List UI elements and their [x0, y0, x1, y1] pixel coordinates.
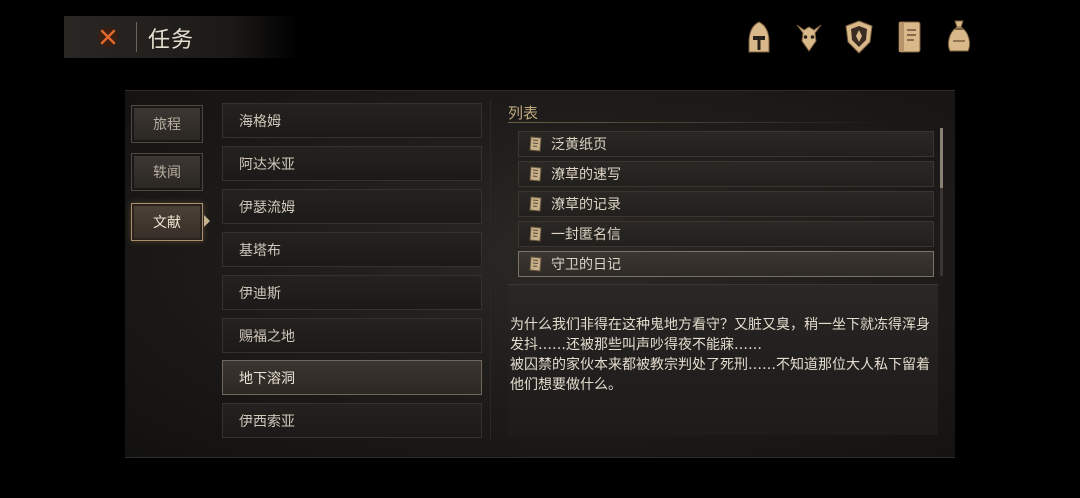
document-scrollbar[interactable] [940, 128, 943, 276]
page-title: 任务 [148, 28, 195, 53]
location-item[interactable]: 地下溶洞 [222, 360, 482, 395]
document-list-header: 列表 [508, 104, 539, 122]
tab-label: 文献 [153, 215, 181, 231]
location-label: 伊瑟流姆 [239, 199, 295, 216]
column-divider [490, 100, 491, 440]
top-nav-icons [741, 18, 977, 56]
location-label: 海格姆 [239, 113, 281, 130]
location-label: 地下溶洞 [239, 370, 295, 387]
scrollbar-thumb[interactable] [940, 128, 943, 188]
document-item[interactable]: 潦草的速写 [518, 161, 934, 187]
scroll-icon [529, 166, 542, 182]
tab-label: 轶闻 [153, 165, 181, 181]
header-bar: 任务 [64, 16, 299, 58]
shield-crest-icon[interactable] [841, 18, 877, 56]
location-item[interactable]: 阿达米亚 [222, 146, 482, 181]
scroll-icon [529, 226, 542, 242]
location-item[interactable]: 基塔布 [222, 232, 482, 267]
tab-journey[interactable]: 旅程 [131, 105, 203, 143]
location-label: 伊迪斯 [239, 285, 281, 302]
scroll-icon [529, 196, 542, 212]
location-label: 基塔布 [239, 242, 281, 259]
document-item[interactable]: 泛黄纸页 [518, 131, 934, 157]
title-divider [136, 22, 137, 52]
document-label: 一封匿名信 [551, 227, 621, 243]
close-button[interactable] [94, 23, 122, 51]
location-item[interactable]: 伊瑟流姆 [222, 189, 482, 224]
close-x-icon [98, 27, 118, 47]
description-text: 为什么我们非得在这种鬼地方看守？又脏又臭，稍一坐下就冻得浑身发抖……还被那些叫声… [510, 317, 930, 393]
location-label: 赐福之地 [239, 328, 295, 345]
location-item[interactable]: 赐福之地 [222, 318, 482, 353]
document-label: 泛黄纸页 [551, 137, 607, 153]
document-item[interactable]: 一封匿名信 [518, 221, 934, 247]
location-label: 阿达米亚 [239, 156, 295, 173]
document-item[interactable]: 守卫的日记 [518, 251, 934, 277]
tab-documents[interactable]: 文献 [131, 203, 210, 241]
scroll-icon [529, 256, 542, 272]
coin-bag-icon[interactable] [941, 18, 977, 56]
document-label: 守卫的日记 [551, 257, 621, 273]
scroll-icon [529, 136, 542, 152]
helmet-icon[interactable] [741, 18, 777, 56]
active-arrow-icon [204, 215, 210, 227]
journal-book-icon[interactable] [891, 18, 927, 56]
horned-beast-icon[interactable] [791, 18, 827, 56]
tab-label: 旅程 [153, 117, 181, 133]
document-label: 潦草的记录 [551, 197, 621, 213]
tab-anecdotes[interactable]: 轶闻 [131, 153, 203, 191]
location-item[interactable]: 伊迪斯 [222, 275, 482, 310]
location-item[interactable]: 海格姆 [222, 103, 482, 138]
location-item[interactable]: 伊西索亚 [222, 403, 482, 438]
header-underline [508, 122, 888, 123]
document-label: 潦草的速写 [551, 167, 621, 183]
location-label: 伊西索亚 [239, 413, 295, 430]
document-item[interactable]: 潦草的记录 [518, 191, 934, 217]
description-panel: 为什么我们非得在这种鬼地方看守？又脏又臭，稍一坐下就冻得浑身发抖……还被那些叫声… [508, 284, 938, 435]
